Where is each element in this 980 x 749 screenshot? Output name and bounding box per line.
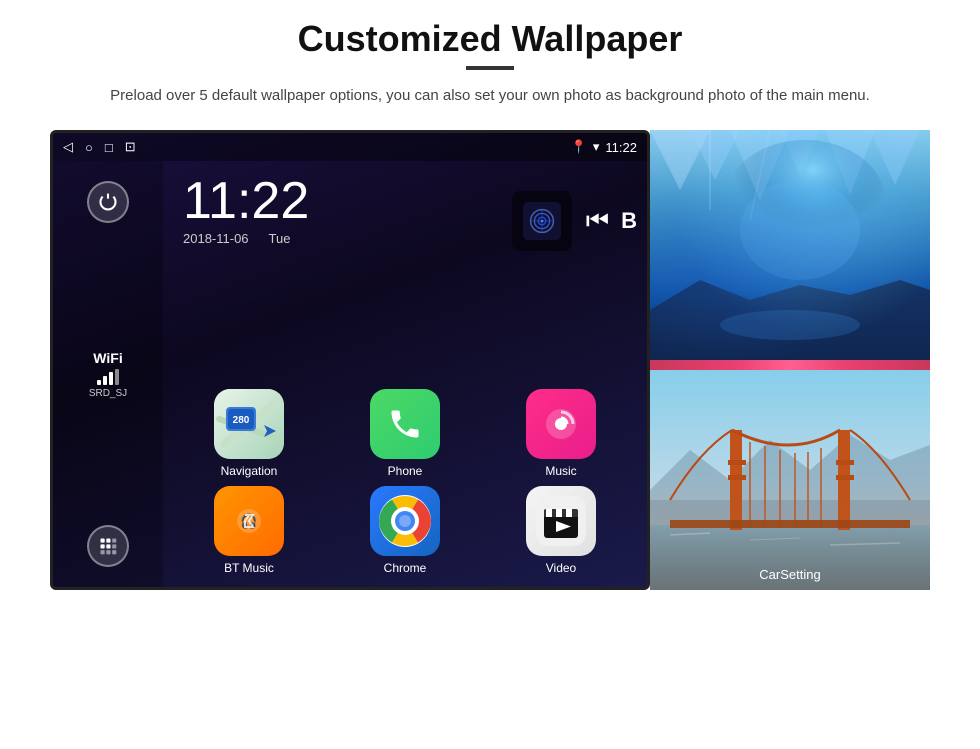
navigation-label: Navigation — [221, 464, 278, 478]
prev-track-icon[interactable]: ⏮ — [586, 205, 609, 237]
chrome-icon — [370, 486, 440, 556]
wifi-info: WiFi SRD_SJ — [89, 350, 127, 399]
wifi-ssid: SRD_SJ — [89, 388, 127, 399]
content-area: ◁ ○ □ ⊡ 📍 ▾ 11:22 — [50, 130, 930, 590]
bt-music-label: BT Music — [224, 561, 274, 575]
middle-strip — [650, 360, 930, 370]
app-item-phone[interactable]: Phone — [331, 389, 479, 478]
phone-label: Phone — [388, 464, 423, 478]
signal-icon: ▾ — [593, 139, 600, 155]
status-bar: ◁ ○ □ ⊡ 📍 ▾ 11:22 — [53, 133, 647, 161]
wallpaper-ice-cave[interactable] — [650, 130, 930, 360]
app-item-music[interactable]: Music — [487, 389, 635, 478]
app-item-chrome[interactable]: Chrome — [331, 486, 479, 575]
wallpaper-panel: CarSetting — [650, 130, 930, 590]
ice-cave-image — [650, 130, 930, 360]
recent-nav-icon[interactable]: □ — [105, 140, 113, 155]
app-grid: 280 Navigation — [163, 381, 647, 587]
screenshot-nav-icon[interactable]: ⊡ — [125, 139, 136, 155]
page-description: Preload over 5 default wallpaper options… — [110, 84, 870, 108]
music-icon — [526, 389, 596, 459]
bridge-image: CarSetting — [650, 370, 930, 590]
wifi-bar-4 — [115, 369, 119, 385]
status-time: 11:22 — [605, 140, 637, 155]
app-item-bt-music[interactable]: 🎧 BT Music — [175, 486, 323, 575]
video-label: Video — [546, 561, 576, 575]
carsetting-label: CarSetting — [759, 567, 820, 582]
page-title: Customized Wallpaper — [298, 18, 683, 60]
bt-music-icon: 🎧 — [214, 486, 284, 556]
title-divider — [466, 66, 514, 70]
track-label: B — [621, 208, 637, 234]
left-sidebar: WiFi SRD_SJ — [53, 161, 163, 587]
clock-day-value: Tue — [269, 231, 291, 246]
wifi-signal-box — [512, 191, 572, 251]
chrome-label: Chrome — [384, 561, 427, 575]
wifi-bar-3 — [109, 372, 113, 385]
wifi-bar-1 — [97, 380, 101, 385]
wifi-label: WiFi — [89, 350, 127, 366]
media-row: ⏮ B — [512, 191, 637, 251]
app-item-video[interactable]: Video — [487, 486, 635, 575]
phone-icon — [370, 389, 440, 459]
app-item-navigation[interactable]: 280 Navigation — [175, 389, 323, 478]
home-nav-icon[interactable]: ○ — [85, 140, 93, 155]
status-bar-right: 📍 ▾ 11:22 — [571, 139, 637, 155]
wifi-bar-2 — [103, 376, 107, 385]
wifi-bars — [89, 369, 127, 385]
wallpaper-bridge[interactable]: CarSetting — [650, 370, 930, 590]
android-screen: ◁ ○ □ ⊡ 📍 ▾ 11:22 — [50, 130, 650, 590]
back-nav-icon[interactable]: ◁ — [63, 139, 73, 155]
android-main: 11:22 2018-11-06 Tue — [163, 161, 647, 587]
video-icon — [526, 486, 596, 556]
location-icon: 📍 — [571, 139, 587, 155]
power-button[interactable] — [87, 181, 129, 223]
music-label: Music — [545, 464, 576, 478]
clock-date-value: 2018-11-06 — [183, 231, 249, 246]
apps-button[interactable] — [87, 525, 129, 567]
svg-text:280: 280 — [233, 415, 250, 426]
status-bar-left: ◁ ○ □ ⊡ — [63, 139, 136, 155]
navigation-icon: 280 — [214, 389, 284, 459]
